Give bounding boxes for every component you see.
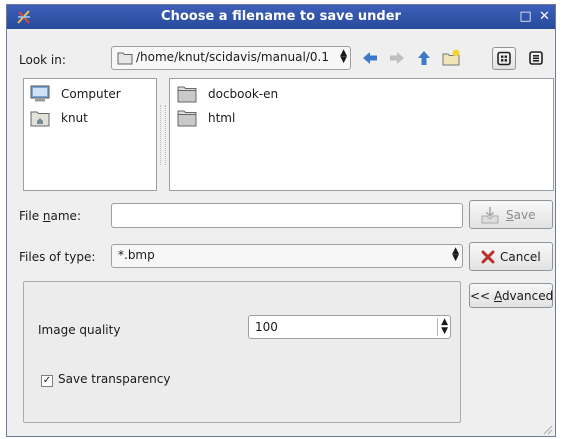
- save-dialog: Choose a filename to save under □ ✕ Look…: [6, 4, 556, 437]
- save-button-label: Save: [506, 208, 536, 222]
- new-folder-icon[interactable]: [440, 47, 462, 69]
- folder-icon: [177, 110, 197, 127]
- arrow-right-icon[interactable]: [386, 47, 408, 69]
- look-in-path: /home/knut/scidavis/manual/0.1: [136, 50, 329, 64]
- file-name-label: File name:: [19, 209, 81, 223]
- files-of-type-combo[interactable]: *.bmp ▲ ▼: [111, 244, 463, 268]
- advanced-options-group: Image quality 100 ▲ ▼ ✓ Save transparency: [23, 281, 461, 423]
- window-title: Choose a filename to save under: [161, 9, 401, 24]
- save-transparency-label: Save transparency: [58, 372, 171, 386]
- sidebar-item-knut[interactable]: knut: [29, 109, 149, 129]
- folder-icon: [177, 86, 197, 103]
- minimize-button[interactable]: □: [517, 8, 534, 25]
- files-of-type-value: *.bmp: [118, 248, 155, 262]
- computer-icon: [30, 85, 50, 102]
- file-list-pane: docbook-en html: [169, 78, 554, 191]
- image-quality-spinbox[interactable]: 100 ▲ ▼: [248, 315, 451, 339]
- splitter-handle[interactable]: [160, 105, 166, 165]
- arrow-left-icon[interactable]: [359, 47, 381, 69]
- spin-arrows-icon: ▲ ▼: [340, 48, 347, 65]
- folder-icon: [117, 52, 133, 65]
- detail-view-icon[interactable]: [525, 47, 547, 69]
- sidebar-pane: Computer knut: [23, 78, 157, 191]
- files-of-type-label: Files of type:: [19, 250, 96, 264]
- spin-arrows-icon[interactable]: ▲ ▼: [437, 318, 448, 336]
- resize-grip-icon[interactable]: [541, 423, 553, 435]
- list-item-label: docbook-en: [208, 87, 279, 101]
- file-name-input[interactable]: [111, 203, 463, 228]
- image-quality-value: 100: [255, 320, 278, 334]
- close-button[interactable]: ✕: [536, 8, 553, 25]
- advanced-button[interactable]: << Advanced: [469, 283, 553, 308]
- save-transparency-checkbox[interactable]: ✓: [41, 375, 53, 387]
- home-folder-icon: [30, 111, 50, 127]
- look-in-label: Look in:: [19, 53, 66, 67]
- list-item[interactable]: html: [176, 109, 336, 129]
- sidebar-item-label: knut: [61, 111, 88, 125]
- list-item-label: html: [208, 111, 236, 125]
- title-bar: Choose a filename to save under □ ✕: [7, 5, 555, 29]
- cancel-button[interactable]: Cancel: [469, 242, 553, 271]
- save-icon: [481, 207, 499, 224]
- advanced-button-label: << Advanced: [470, 289, 554, 303]
- sidebar-item-computer[interactable]: Computer: [29, 85, 149, 105]
- sidebar-item-label: Computer: [61, 87, 121, 101]
- cancel-icon: [481, 250, 495, 264]
- arrow-up-icon[interactable]: [413, 47, 435, 69]
- list-view-button[interactable]: [492, 47, 516, 70]
- save-button[interactable]: Save: [469, 200, 553, 229]
- cancel-button-label: Cancel: [500, 250, 541, 264]
- spin-arrows-icon: ▲ ▼: [452, 246, 459, 263]
- list-view-icon: [497, 51, 511, 66]
- look-in-combo[interactable]: /home/knut/scidavis/manual/0.1 ▲ ▼: [111, 46, 351, 70]
- list-item[interactable]: docbook-en: [176, 85, 336, 105]
- image-quality-label: Image quality: [38, 323, 121, 337]
